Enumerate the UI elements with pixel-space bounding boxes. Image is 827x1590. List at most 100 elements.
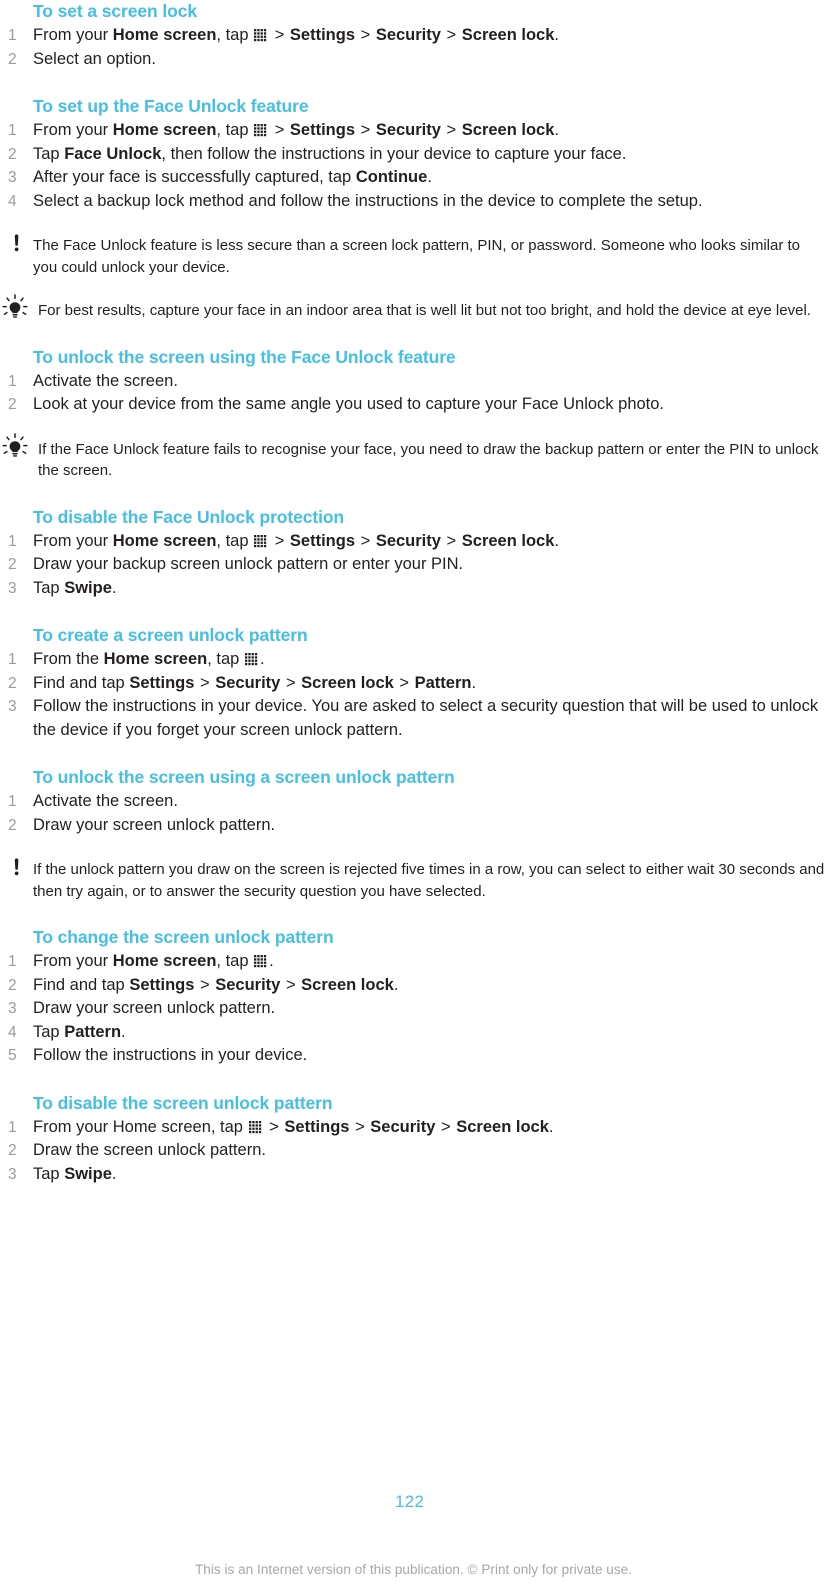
- step-number: 4: [8, 1023, 17, 1041]
- step-item: 3 After your face is successfully capture…: [0, 166, 827, 190]
- step-number: 1: [8, 532, 17, 550]
- step-text: , tap: [216, 26, 254, 44]
- ui-term: Swipe: [64, 1164, 112, 1183]
- step-text: .: [269, 952, 274, 970]
- step-text: Tap: [33, 1164, 65, 1183]
- path-separator: >: [441, 121, 461, 139]
- path-separator: >: [356, 121, 375, 139]
- step-number: 2: [8, 976, 17, 994]
- step-number: 2: [8, 50, 17, 68]
- step-list: 1 Activate the screen. 2 Look at your devic…: [0, 370, 827, 417]
- step-text: .: [121, 1022, 126, 1041]
- step-text: From the: [33, 650, 104, 668]
- step-text: .: [259, 650, 265, 668]
- step-item: 4 Tap Pattern.: [0, 1021, 827, 1045]
- tip-callout: If the Face Unlock feature fails to reco…: [0, 432, 827, 482]
- ui-term: Settings: [129, 975, 195, 994]
- step-text: From your: [33, 26, 113, 44]
- step-text: From your: [33, 121, 113, 139]
- step-text: .: [548, 1117, 554, 1136]
- section-heading: To set up the Face Unlock feature: [33, 96, 309, 116]
- note-callout: If the unlock pattern you draw on the sc…: [0, 858, 827, 902]
- step-item: 1 From your Home screen, tap > Settings >…: [0, 530, 827, 554]
- step-text: From your: [33, 531, 113, 550]
- step-text: .: [111, 578, 117, 597]
- path-separator: >: [195, 673, 215, 692]
- ui-term: Security: [215, 975, 281, 994]
- step-number: 3: [8, 579, 17, 597]
- step-text: Look at your device from the same angle …: [33, 395, 665, 413]
- step-item: 1 From the Home screen, tap .: [0, 648, 827, 672]
- path-separator: >: [270, 26, 289, 44]
- step-item: 1 From your Home screen, tap > Settings >…: [0, 1116, 827, 1140]
- ui-term: Swipe: [64, 578, 112, 597]
- step-text: .: [554, 531, 559, 550]
- step-item: 4 Select a backup lock method and follow …: [0, 190, 827, 214]
- step-text: Follow the instructions in your device.: [33, 1046, 308, 1064]
- ui-term: Settings: [289, 121, 356, 139]
- step-text: .: [111, 1164, 117, 1183]
- step-number: 5: [8, 1047, 17, 1064]
- step-text: Draw your backup screen unlock pattern o…: [33, 555, 464, 573]
- step-text: Tap: [33, 578, 65, 597]
- section-heading: To disable the Face Unlock protection: [33, 506, 345, 527]
- document-page: To set a screen lock 1 From your Home scre…: [0, 0, 827, 1590]
- app-drawer-grid-icon: [244, 653, 258, 666]
- step-text: After your face is successfully captured…: [33, 168, 356, 186]
- app-drawer-grid-icon: [248, 1120, 262, 1134]
- ui-term: Face Unlock: [64, 144, 162, 163]
- ui-term: Screen lock: [456, 1117, 549, 1136]
- step-text: Draw your screen unlock pattern.: [33, 815, 276, 834]
- step-text: , then follow the instructions in your d…: [161, 144, 627, 163]
- step-text: , tap: [207, 650, 244, 668]
- step-text: Follow the instructions in your device. …: [33, 697, 819, 739]
- step-item: 2 Find and tap Settings > Security > Scre…: [0, 974, 827, 998]
- step-number: 4: [8, 192, 17, 210]
- ui-term: Security: [375, 121, 441, 139]
- ui-term: Pattern: [414, 673, 472, 692]
- step-text: Select a backup lock method and follow t…: [33, 191, 703, 210]
- path-separator: >: [195, 975, 215, 994]
- step-text: .: [471, 673, 477, 692]
- lightbulb-tip-icon: [2, 294, 28, 320]
- step-number: 3: [8, 1165, 17, 1183]
- ui-term: Screen lock: [301, 673, 394, 692]
- step-text: Activate the screen.: [33, 792, 178, 810]
- step-list: 1 From your Home screen, tap > Settings >…: [0, 530, 827, 601]
- step-text: Draw the screen unlock pattern.: [33, 1141, 266, 1159]
- step-text: Tap: [33, 1022, 65, 1041]
- page-number: 122: [395, 1492, 425, 1511]
- step-text: From your: [33, 952, 113, 970]
- ui-term: Home screen: [103, 650, 208, 668]
- callout-text: If the Face Unlock feature fails to reco…: [38, 440, 819, 480]
- step-item: 3 Tap Swipe.: [0, 577, 827, 601]
- path-separator: >: [270, 531, 289, 550]
- ui-term: Continue: [355, 168, 428, 186]
- procedure-block: To disable the Face Unlock protection 1 Fr…: [0, 506, 827, 601]
- ui-term: Screen lock: [461, 26, 555, 44]
- step-number: 1: [8, 793, 17, 810]
- step-list: 1 From your Home screen, tap > Settings >…: [0, 119, 827, 213]
- step-list: 1 From your Home screen, tap > Settings >…: [0, 1116, 827, 1187]
- step-item: 3 Tap Swipe.: [0, 1163, 827, 1187]
- step-list: 1 From your Home screen, tap > Settings >…: [0, 24, 827, 71]
- section-heading: To create a screen unlock pattern: [33, 625, 308, 645]
- section-heading: To unlock the screen using the Face Unlo…: [33, 346, 456, 367]
- path-separator: >: [356, 531, 375, 550]
- ui-term: Home screen: [112, 952, 217, 970]
- ui-term: Settings: [284, 1117, 350, 1136]
- path-separator: >: [441, 26, 461, 44]
- app-drawer-grid-icon: [254, 124, 267, 137]
- step-text: , tap: [216, 952, 254, 970]
- step-number: 1: [8, 1118, 17, 1136]
- ui-term: Security: [375, 26, 441, 44]
- step-item: 2 Draw your screen unlock pattern.: [0, 814, 827, 838]
- ui-term: Settings: [289, 531, 356, 550]
- step-number: 1: [8, 953, 17, 970]
- step-text: Find and tap: [33, 673, 130, 692]
- path-separator: >: [350, 1117, 370, 1136]
- note-callout: The Face Unlock feature is less secure t…: [0, 234, 827, 278]
- app-drawer-grid-icon: [254, 29, 267, 42]
- ui-term: Home screen: [112, 531, 217, 550]
- step-text: Tap: [33, 144, 65, 163]
